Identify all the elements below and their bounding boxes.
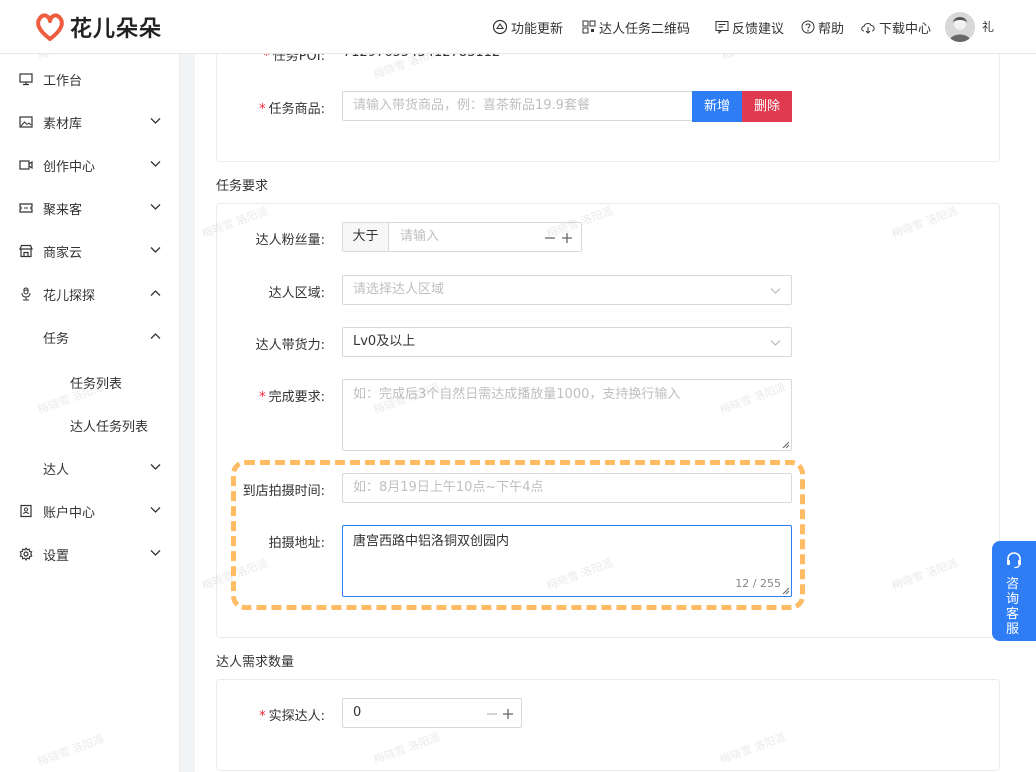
chevron-down-icon xyxy=(150,204,161,210)
chevron-down-icon xyxy=(150,507,161,513)
nav-label: 达人任务二维码 xyxy=(599,21,691,37)
level-select[interactable]: Lv0及以上 xyxy=(342,327,792,357)
region-label: 达人区域: xyxy=(268,286,325,301)
nav-label: 下载中心 xyxy=(879,21,932,37)
minus-icon[interactable] xyxy=(486,708,498,720)
sidebar-item-account-center[interactable]: 账户中心 xyxy=(0,489,180,531)
main-content: *任务POI: 7129765545412783112 *任务商品: 请输入带货… xyxy=(195,44,1036,772)
app-name: 花儿朵朵 xyxy=(70,17,163,42)
explorers-label: * 实探达人: xyxy=(259,709,325,724)
sidebar-item-julaike[interactable]: 聚来客 xyxy=(0,186,180,228)
sidebar-item-materials[interactable]: 素材库 xyxy=(0,100,180,142)
nav-task-qrcode[interactable]: 达人任务二维码 xyxy=(582,17,690,37)
nav-label: 帮助 xyxy=(818,21,845,37)
highlight-annotation xyxy=(231,460,805,610)
requirements-section-title: 任务要求 xyxy=(216,179,269,194)
explorers-value: 0 xyxy=(353,705,362,720)
nav-download-center[interactable]: 下载中心 xyxy=(860,17,931,37)
chevron-up-icon xyxy=(150,333,161,339)
update-icon xyxy=(492,19,508,35)
level-label: 达人带货力: xyxy=(255,338,325,353)
nav-label: 反馈建议 xyxy=(732,21,785,37)
sidebar-item-label: 达人 xyxy=(43,463,70,478)
sidebar-item-label: 任务 xyxy=(43,332,70,347)
sidebar-item-influencer-task-list[interactable]: 达人任务列表 xyxy=(0,403,180,445)
completion-label: * 完成要求: xyxy=(259,390,325,405)
add-goods-button[interactable]: 新增 xyxy=(692,91,742,122)
headset-icon xyxy=(1007,552,1021,569)
sidebar-item-label: 达人任务列表 xyxy=(70,420,149,435)
sidebar-item-label: 聚来客 xyxy=(43,203,83,218)
level-value: Lv0及以上 xyxy=(353,334,416,349)
top-header: 花儿朵朵 功能更新 达人任务二维码 反馈建议 帮助 下载中心 礼 xyxy=(0,0,1036,54)
sidebar-item-influencer[interactable]: 达人 xyxy=(0,446,180,488)
avatar-image xyxy=(945,12,975,42)
region-placeholder: 请选择达人区域 xyxy=(353,282,445,297)
sidebar-item-label: 工作台 xyxy=(43,74,83,89)
sidebar-item-label: 素材库 xyxy=(43,117,83,132)
customer-service-label: 咨询客服 xyxy=(1006,577,1020,637)
sidebar-item-label: 商家云 xyxy=(43,246,83,261)
fans-placeholder: 请输入 xyxy=(400,229,440,244)
quantity-card xyxy=(216,679,1000,771)
explorers-stepper[interactable]: 0 xyxy=(342,698,522,728)
sidebar-item-label: 设置 xyxy=(43,549,70,564)
chevron-down-icon xyxy=(150,464,161,470)
account-icon xyxy=(20,504,32,518)
cloud-download-icon xyxy=(861,23,875,34)
resize-handle-icon[interactable] xyxy=(782,441,790,449)
flower-icon xyxy=(21,287,31,301)
goods-label: * 任务商品: xyxy=(259,102,325,117)
plus-icon[interactable] xyxy=(502,708,514,720)
logo-mark-icon xyxy=(36,13,64,41)
goods-placeholder: 请输入带货商品，例：喜茶新品19.9套餐 xyxy=(353,98,590,113)
sidebar-item-workbench[interactable]: 工作台 xyxy=(0,57,180,99)
avatar[interactable] xyxy=(945,12,975,42)
sidebar-item-label: 创作中心 xyxy=(43,160,96,175)
sidebar-item-merchant-cloud[interactable]: 商家云 xyxy=(0,229,180,271)
store-icon xyxy=(19,244,33,258)
chevron-down-icon xyxy=(770,288,781,294)
nav-feature-updates[interactable]: 功能更新 xyxy=(492,17,563,37)
region-select[interactable]: 请选择达人区域 xyxy=(342,275,792,305)
sidebar-item-label: 账户中心 xyxy=(43,506,96,521)
gear-icon xyxy=(19,547,33,561)
nav-feedback[interactable]: 反馈建议 xyxy=(715,17,784,37)
feedback-icon xyxy=(715,21,729,34)
user-name[interactable]: 礼 xyxy=(982,18,994,35)
chevron-down-icon xyxy=(150,550,161,556)
sidebar-item-creation-center[interactable]: 创作中心 xyxy=(0,143,180,185)
sidebar-item-label: 花儿探探 xyxy=(43,289,96,304)
quantity-section-title: 达人需求数量 xyxy=(216,655,295,670)
chevron-up-icon xyxy=(150,290,161,296)
nav-label: 功能更新 xyxy=(511,21,564,37)
monitor-icon xyxy=(19,73,33,86)
app-logo[interactable]: 花儿朵朵 xyxy=(34,12,162,42)
sidebar-item-task[interactable]: 任务 xyxy=(0,315,180,357)
customer-service-button[interactable]: 咨询客服 xyxy=(992,541,1036,641)
sidebar: 工作台 素材库 创作中心 聚来客 商家云 花儿探探 任务 任务列表 达人任务列表… xyxy=(0,54,180,772)
qrcode-icon xyxy=(582,20,596,34)
sidebar-item-huaer-tantan[interactable]: 花儿探探 xyxy=(0,272,180,314)
image-icon xyxy=(19,116,33,128)
goods-input[interactable]: 请输入带货商品，例：喜茶新品19.9套餐 xyxy=(342,91,693,121)
chevron-down-icon xyxy=(150,247,161,253)
nav-help[interactable]: 帮助 xyxy=(801,17,844,37)
chevron-down-icon xyxy=(150,161,161,167)
sidebar-item-settings[interactable]: 设置 xyxy=(0,532,180,574)
chevron-down-icon xyxy=(150,118,161,124)
chevron-down-icon xyxy=(770,340,781,346)
ticket-icon xyxy=(19,203,33,213)
delete-goods-button[interactable]: 删除 xyxy=(742,91,792,122)
fans-prefix: 大于 xyxy=(343,223,389,251)
video-icon xyxy=(19,160,33,170)
help-icon xyxy=(801,20,815,34)
